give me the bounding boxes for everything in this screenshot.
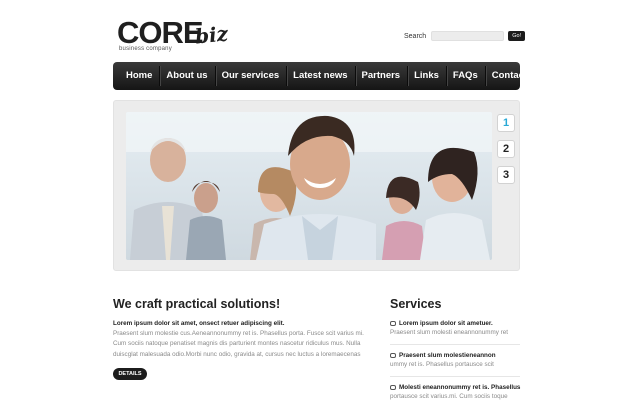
intro-body: Praesent slum molestie cus.Aeneannonummy… [113,330,364,358]
service-title[interactable]: Praesent slum molestieneannon [399,352,496,359]
main-navigation: Home About us Our services Latest news P… [113,62,532,90]
details-button[interactable]: DETAILS [113,368,147,380]
nav-item-our-services[interactable]: Our services [214,62,287,90]
slide-pager-2[interactable]: 2 [497,140,515,158]
service-text: portausce scit varius.mi. Cum sociis toq… [390,393,508,400]
nav-item-latest-news[interactable]: Latest news [286,62,354,90]
nav-item-partners[interactable]: Partners [354,62,408,90]
speech-bubble-icon [390,353,396,358]
nav-item-links[interactable]: Links [407,62,446,90]
service-item: Praesent slum molestieneannon ummy ret i… [390,352,520,368]
intro-lead: Lorem ipsum dolor sit amet, onsect retue… [113,320,285,327]
service-item: Lorem ipsum dolor sit ametuer. Praesent … [390,320,520,336]
company-logo[interactable]: CORE biz business company [117,16,237,56]
divider [390,376,520,377]
service-item: Molesti eneannonummy ret is. Phasellus p… [390,384,520,400]
service-text: ummy ret is. Phasellus portausce scit [390,361,494,368]
search-label: Search [404,32,427,40]
logo-script: biz [193,21,230,49]
main-heading: We craft practical solutions! [113,297,281,311]
search-go-button[interactable]: Go! [508,31,526,41]
divider [390,344,520,345]
nav-item-home[interactable]: Home [119,62,159,90]
slide-photo[interactable] [126,112,492,260]
nav-item-about-us[interactable]: About us [159,62,214,90]
nav-item-contacts[interactable]: Contacts [484,62,540,90]
service-title[interactable]: Molesti eneannonummy ret is. Phasellus [399,384,520,391]
people-photo-illustration [126,112,492,260]
slide-pager-3[interactable]: 3 [497,166,515,184]
nav-item-faqs[interactable]: FAQs [445,62,485,90]
speech-bubble-icon [390,321,396,326]
slide-pager-1[interactable]: 1 [497,114,515,132]
search-input[interactable] [431,31,505,41]
services-heading: Services [390,297,442,311]
service-text: Praesent slum molesti eneannonummy ret [390,329,508,336]
speech-bubble-icon [390,385,396,390]
logo-tagline: business company [119,46,172,52]
logo-wordmark: CORE [117,15,204,50]
service-title[interactable]: Lorem ipsum dolor sit ametuer. [399,320,493,327]
search-form: Search Go! [404,30,526,42]
